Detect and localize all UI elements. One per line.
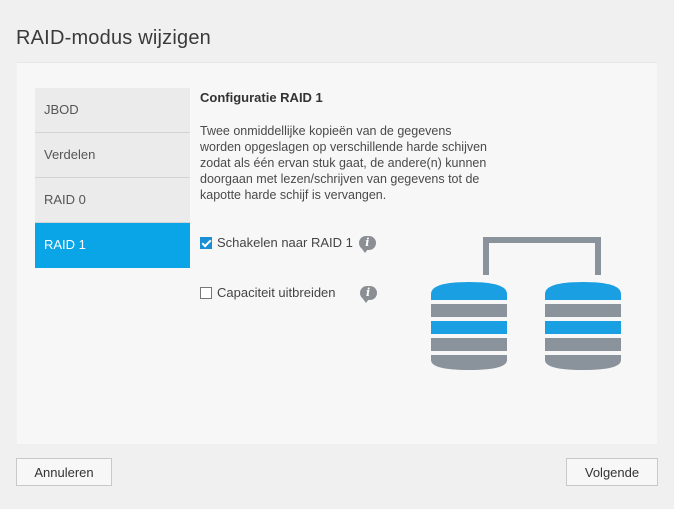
menu-item-jbod[interactable]: JBOD [35, 88, 190, 133]
mirror-connector [483, 237, 601, 275]
next-button[interactable]: Volgende [566, 458, 658, 486]
dialog-panel: JBOD Verdelen RAID 0 RAID 1 Configuratie… [17, 62, 657, 444]
menu-item-raid0[interactable]: RAID 0 [35, 178, 190, 223]
window-title: RAID-modus wijzigen [16, 27, 211, 49]
option-switch-raid1-label: Schakelen naar RAID 1 [217, 235, 353, 250]
disk-stack-right [545, 282, 621, 370]
menu-item-verdelen[interactable]: Verdelen [35, 133, 190, 178]
option-expand-capacity-label: Capaciteit uitbreiden [217, 285, 336, 300]
option-switch-raid1[interactable]: Schakelen naar RAID 1 i [200, 235, 376, 253]
raid1-mirror-diagram [431, 237, 621, 370]
disk-stack-left [431, 282, 507, 370]
info-icon[interactable]: i [358, 235, 376, 253]
checkbox-checked-icon[interactable] [200, 236, 212, 249]
config-heading: Configuratie RAID 1 [200, 90, 323, 105]
raid-mode-menu: JBOD Verdelen RAID 0 RAID 1 [35, 88, 190, 268]
option-expand-capacity[interactable]: Capaciteit uitbreiden i [200, 285, 377, 303]
config-content: Configuratie RAID 1 Twee onmiddellijke k… [200, 88, 500, 303]
menu-item-raid1[interactable]: RAID 1 [35, 223, 190, 268]
cancel-button[interactable]: Annuleren [16, 458, 112, 486]
checkbox-empty-icon[interactable] [200, 286, 212, 299]
config-description: Twee onmiddellijke kopieën van de gegeve… [200, 124, 487, 202]
info-icon[interactable]: i [359, 285, 377, 303]
